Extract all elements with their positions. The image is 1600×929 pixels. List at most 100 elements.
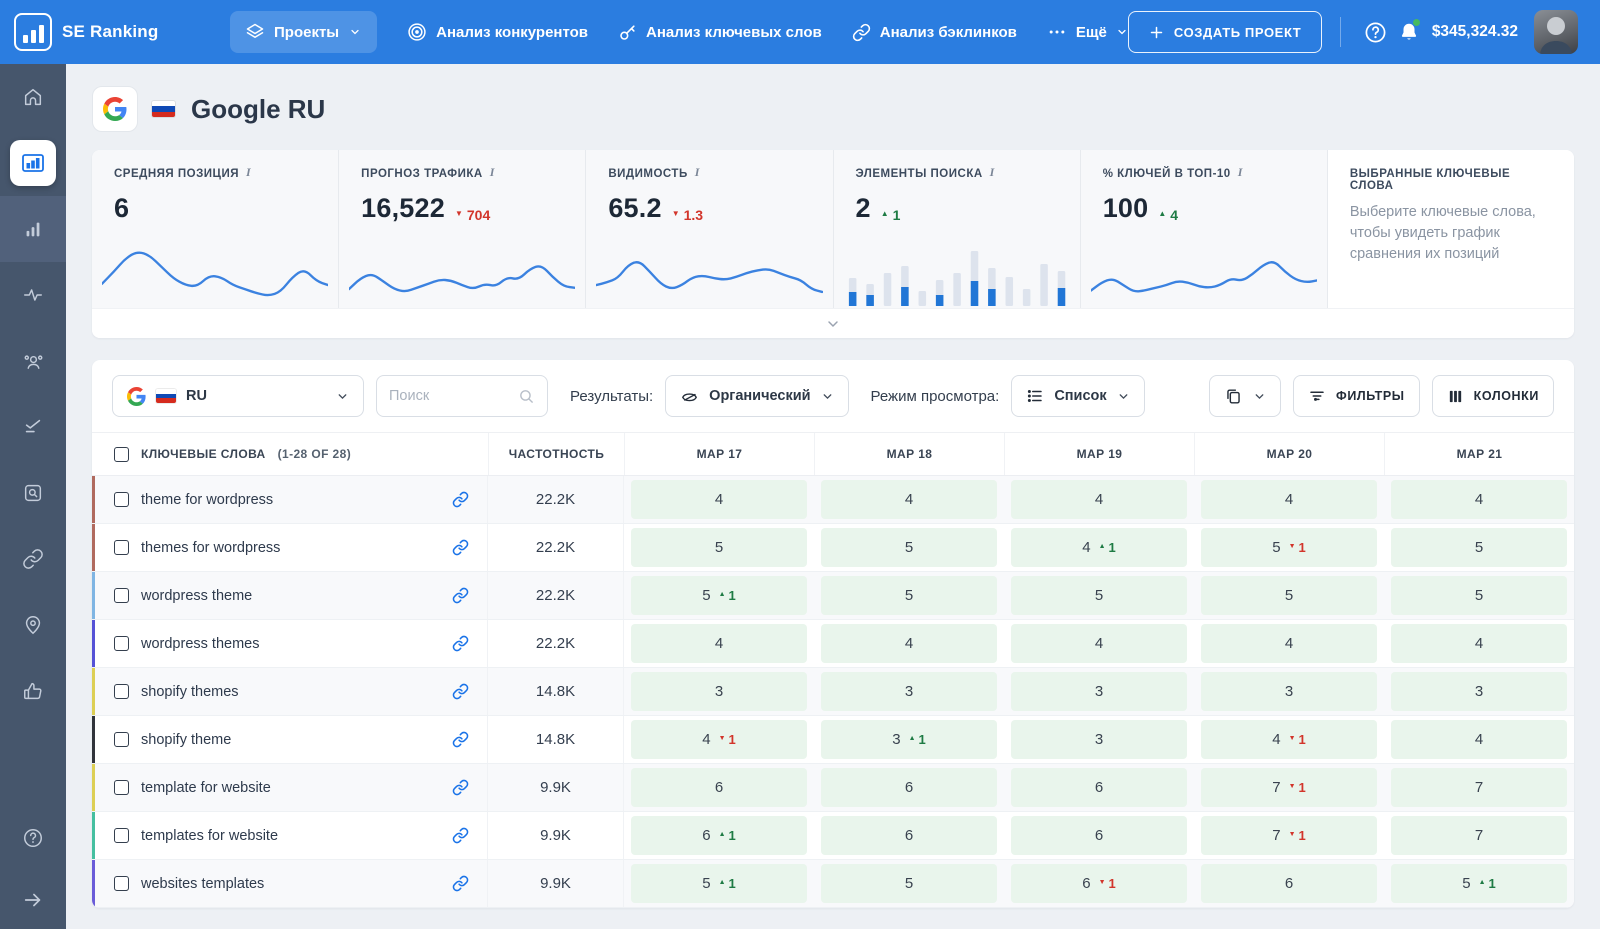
position-chip: 3 [1391, 672, 1567, 711]
dots-icon [1049, 30, 1065, 34]
nav-keyword-analysis[interactable]: Анализ ключевых слов [618, 23, 822, 42]
stat-card-5[interactable]: ВЫБРАННЫЕ КЛЮЧЕВЫЕ СЛОВА Выберите ключевы… [1326, 150, 1574, 308]
date-header[interactable]: МАР 18 [814, 433, 1004, 475]
list-icon [1028, 390, 1043, 402]
position-chip: 5 [821, 576, 997, 615]
link-icon[interactable] [452, 731, 469, 748]
stat-card-4[interactable]: % КЛЮЧЕЙ В ТОП-10 i 100 ▲ 4 [1079, 150, 1327, 308]
active-tile [10, 140, 56, 186]
projects-menu-button[interactable]: Проекты [230, 11, 378, 53]
info-icon[interactable]: i [990, 165, 995, 180]
engine-value: RU [186, 388, 207, 404]
info-icon[interactable]: i [695, 165, 700, 180]
stats-cards-row: СРЕДНЯЯ ПОЗИЦИЯ i 6 ПРОГНОЗ ТРАФИКА i 16,522 ▼… [92, 150, 1574, 308]
keyword-label[interactable]: shopify themes [141, 684, 239, 700]
row-checkbox[interactable] [114, 828, 129, 843]
help-button[interactable] [1359, 15, 1392, 49]
position-value: 4 [904, 635, 914, 652]
sidebar-item-backlinks[interactable] [0, 526, 66, 592]
row-checkbox[interactable] [114, 684, 129, 699]
position-cell: 5 [624, 524, 814, 571]
keyword-label[interactable]: themes for wordpress [141, 540, 280, 556]
keyword-label[interactable]: wordpress themes [141, 636, 259, 652]
sidebar-item-expand[interactable] [0, 871, 66, 929]
row-checkbox[interactable] [114, 732, 129, 747]
keyword-label[interactable]: templates for website [141, 828, 278, 844]
sidebar-item-local[interactable] [0, 592, 66, 658]
link-icon[interactable] [452, 779, 469, 796]
nav-more[interactable]: Ещё [1047, 22, 1128, 42]
change-amount: 1 [1298, 732, 1306, 747]
columns-button[interactable]: КОЛОНКИ [1431, 375, 1554, 417]
link-icon[interactable] [452, 491, 469, 508]
stat-card-3[interactable]: ЭЛЕМЕНТЫ ПОИСКА i 2 ▲ 1 [832, 150, 1080, 308]
position-chip: 6 [1011, 768, 1187, 807]
sidebar-item-rankings[interactable] [0, 196, 66, 262]
search-input[interactable] [389, 388, 510, 404]
link-icon[interactable] [452, 635, 469, 652]
nav-backlink-analysis[interactable]: Анализ бэклинков [852, 23, 1017, 42]
results-type-select[interactable]: Органический [665, 375, 849, 417]
row-checkbox[interactable] [114, 540, 129, 555]
nav-competitor-analysis[interactable]: Анализ конкурентов [407, 22, 588, 42]
stat-card-label: ВИДИМОСТЬ i [608, 165, 810, 183]
search-engine-select[interactable]: RU [112, 375, 364, 417]
stat-card-label: % КЛЮЧЕЙ В ТОП-10 i [1103, 165, 1305, 183]
link-icon[interactable] [452, 539, 469, 556]
row-checkbox[interactable] [114, 492, 129, 507]
row-checkbox[interactable] [114, 876, 129, 891]
keyword-color-tag [92, 620, 95, 667]
info-icon[interactable]: i [490, 165, 495, 180]
position-change-down: ▼ 1 [1099, 876, 1116, 891]
link-icon[interactable] [452, 683, 469, 700]
link-icon[interactable] [452, 875, 469, 892]
brand[interactable]: SE Ranking [14, 13, 230, 51]
date-header[interactable]: МАР 17 [624, 433, 814, 475]
row-checkbox[interactable] [114, 636, 129, 651]
keyword-label[interactable]: wordpress theme [141, 588, 252, 604]
change-amount: 1 [1108, 876, 1116, 891]
row-checkbox[interactable] [114, 780, 129, 795]
info-icon[interactable]: i [246, 165, 251, 180]
position-value: 7 [1474, 779, 1484, 796]
chevron-down-icon [1255, 393, 1264, 399]
copy-button[interactable] [1209, 375, 1282, 417]
keyword-label[interactable]: shopify theme [141, 732, 231, 748]
sidebar-item-activity[interactable] [0, 262, 66, 328]
stat-card-1[interactable]: ПРОГНОЗ ТРАФИКА i 16,522 ▼ 704 [338, 150, 586, 308]
sidebar-item-projects[interactable] [0, 130, 66, 196]
date-header[interactable]: МАР 20 [1194, 433, 1384, 475]
stat-card-2[interactable]: ВИДИМОСТЬ i 65.2 ▼ 1.3 [585, 150, 833, 308]
columns-icon [1449, 390, 1461, 402]
search-volume: 9.9K [488, 860, 624, 907]
position-cell: 7 [1384, 812, 1574, 859]
sidebar-item-home[interactable] [0, 64, 66, 130]
link-icon[interactable] [452, 587, 469, 604]
keyword-label[interactable]: template for website [141, 780, 271, 796]
account-balance[interactable]: $345,324.32 [1432, 23, 1518, 41]
notifications-button[interactable] [1393, 15, 1426, 49]
position-chip: 3 [631, 672, 807, 711]
collapse-stats-button[interactable] [92, 308, 1574, 338]
keyword-label[interactable]: theme for wordpress [141, 492, 273, 508]
link-icon[interactable] [452, 827, 469, 844]
row-checkbox[interactable] [114, 588, 129, 603]
select-all-checkbox[interactable] [114, 446, 129, 462]
sidebar-item-social[interactable] [0, 658, 66, 724]
nav-label: Ещё [1075, 23, 1107, 41]
filters-button[interactable]: ФИЛЬТРЫ [1293, 375, 1420, 417]
date-header[interactable]: МАР 19 [1004, 433, 1194, 475]
view-mode-select[interactable]: Список [1011, 375, 1145, 417]
date-header[interactable]: МАР 21 [1384, 433, 1574, 475]
keyword-label[interactable]: websites templates [141, 876, 264, 892]
volume-header[interactable]: ЧАСТОТНОСТЬ [488, 433, 624, 475]
create-project-button[interactable]: СОЗДАТЬ ПРОЕКТ [1127, 11, 1323, 53]
user-avatar[interactable] [1534, 10, 1579, 54]
position-cell: 7 [1384, 764, 1574, 811]
info-icon[interactable]: i [1238, 165, 1243, 180]
sidebar-item-help[interactable] [0, 805, 66, 871]
stat-card-0[interactable]: СРЕДНЯЯ ПОЗИЦИЯ i 6 [92, 150, 339, 308]
sidebar-item-search-console[interactable] [0, 460, 66, 526]
sidebar-item-competitors[interactable] [0, 328, 66, 394]
sidebar-item-audit[interactable] [0, 394, 66, 460]
